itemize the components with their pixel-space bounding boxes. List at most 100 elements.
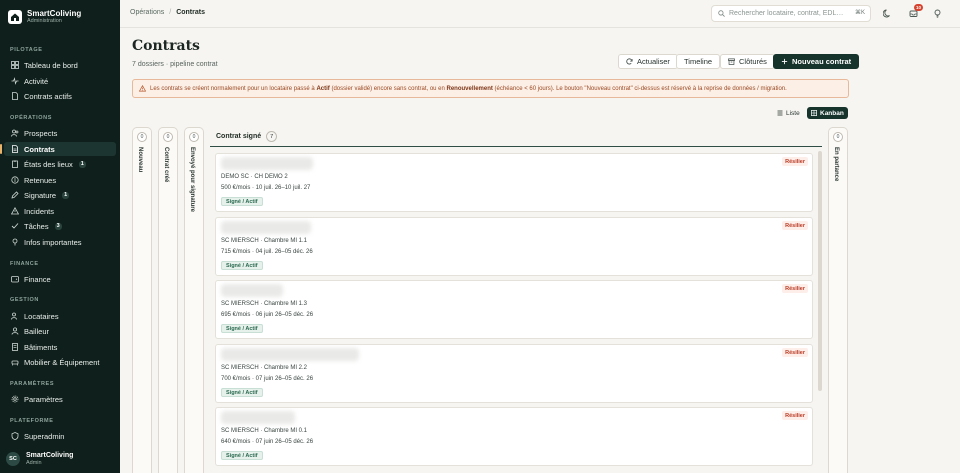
sidebar-item-label: Bâtiments [24, 342, 58, 352]
status-badge: Signé / Actif [221, 324, 263, 333]
user-icon [11, 327, 19, 335]
scrollbar[interactable] [818, 151, 822, 391]
sidebar-item-prospects[interactable]: Prospects [4, 126, 116, 140]
kanban-view-button[interactable]: Kanban [807, 107, 848, 119]
new-contract-button[interactable]: Nouveau contrat [773, 54, 860, 69]
contract-card[interactable]: SC MIERSCH · Chambre MI 0.1 640 €/mois ·… [215, 407, 813, 466]
sidebar-item-signature[interactable]: Signature 1 [4, 188, 116, 202]
sidebar-item-contrats-actifs[interactable]: Contrats actifs [4, 89, 116, 103]
notification-badge: 10 [913, 4, 923, 11]
contract-card[interactable]: SC MIERSCH · Chambre MI 1.1 715 €/mois ·… [215, 217, 813, 276]
sidebar-item-contrats[interactable]: Contrats [0, 142, 116, 156]
wallet-icon [11, 275, 19, 283]
column-count: 0 [137, 132, 147, 142]
sidebar-item-bailleur[interactable]: Bailleur [4, 324, 116, 338]
users-icon [11, 129, 19, 137]
timeline-button[interactable]: Timeline [676, 54, 721, 69]
section-label-finance: FINANCE [10, 261, 39, 267]
sidebar-item-tableau-de-bord[interactable]: Tableau de bord [4, 58, 116, 72]
tenant-name-redacted [221, 348, 359, 361]
sofa-icon [11, 358, 19, 366]
column-title: Envoyé pour signature [189, 147, 195, 213]
column-count: 0 [163, 132, 173, 142]
tips-button[interactable] [932, 8, 943, 19]
contract-card[interactable]: SC MIERSCH · Chambre MI 2.2 700 €/mois ·… [215, 344, 813, 403]
column-count: 0 [189, 132, 199, 142]
contract-card[interactable]: SC MIERSCH · Chambre MI 1.3 695 €/mois ·… [215, 280, 813, 339]
check-icon [11, 222, 19, 230]
status-badge: Signé / Actif [221, 197, 263, 206]
terminate-button[interactable]: Résilier [782, 284, 808, 293]
document-icon [11, 145, 19, 153]
search-input[interactable]: Rechercher locataire, contrat, EDL… ⌘K [711, 5, 871, 22]
tenant-name-redacted [221, 157, 313, 170]
contract-card[interactable]: DEMO SC · CH DEMO 2 500 €/mois · 10 juil… [215, 153, 813, 212]
column-title: Nouveau [137, 147, 143, 173]
list-view-button[interactable]: Liste [773, 107, 804, 119]
kanban-column-nouveau[interactable]: 0 Nouveau [132, 127, 152, 473]
section-label-gestion: GESTION [10, 297, 39, 303]
breadcrumb-item-operations[interactable]: Opérations [130, 9, 164, 16]
sidebar-item-taches[interactable]: Tâches 3 [4, 219, 116, 233]
card-location: SC MIERSCH · Chambre MI 2.2 [221, 365, 308, 371]
kanban-column-envoye-signature[interactable]: 0 Envoyé pour signature [184, 127, 204, 473]
tenant-name-redacted [221, 411, 295, 424]
sidebar-item-label: Mobilier & Équipement [24, 357, 100, 367]
sidebar-item-activite[interactable]: Activité [4, 74, 116, 88]
warning-icon [139, 85, 146, 92]
info-banner: Les contrats se créent normalement pour … [132, 79, 849, 98]
terminate-button[interactable]: Résilier [782, 221, 808, 230]
terminate-button[interactable]: Résilier [782, 411, 808, 420]
section-label-pilotage: PILOTAGE [10, 47, 43, 53]
sidebar-item-label: Contrats actifs [24, 91, 72, 101]
sidebar-item-locataires[interactable]: Locataires [4, 309, 116, 323]
terminate-button[interactable]: Résilier [782, 348, 808, 357]
sidebar-item-parametres[interactable]: Paramètres [4, 392, 116, 406]
sidebar-item-finance[interactable]: Finance [4, 272, 116, 286]
brand-subtitle: Administration [27, 18, 62, 24]
closed-label: Clôturés [739, 57, 767, 66]
new-contract-label: Nouveau contrat [792, 57, 852, 66]
column-title: En partance [833, 147, 839, 182]
sidebar-item-label: États des lieux [24, 159, 73, 169]
column-count: 7 [266, 131, 278, 142]
refresh-icon [626, 58, 633, 65]
building-icon [11, 343, 19, 351]
sidebar-item-incidents[interactable]: Incidents [4, 204, 116, 218]
sidebar-item-mobilier[interactable]: Mobilier & Équipement [4, 355, 116, 369]
card-details: 695 €/mois · 06 juin 26–05 déc. 26 [221, 312, 314, 318]
theme-toggle-button[interactable] [882, 8, 893, 19]
brand[interactable]: SmartColiving Administration [8, 9, 81, 25]
user-menu[interactable]: SC SmartColiving Admin [4, 449, 116, 469]
sidebar-item-infos-importantes[interactable]: Infos importantes [4, 235, 116, 249]
kanban-column-contrat-signe: Contrat signé 7 DEMO SC · CH DEMO 2 500 … [210, 127, 822, 473]
sidebar-item-superadmin[interactable]: Superadmin [4, 429, 116, 443]
breadcrumb-item-contrats: Contrats [176, 9, 205, 16]
terminate-button[interactable]: Résilier [782, 157, 808, 166]
column-header[interactable]: Contrat signé 7 [210, 127, 822, 147]
sidebar-item-batiments[interactable]: Bâtiments [4, 340, 116, 354]
kanban-column-en-partance[interactable]: 0 En partance [828, 127, 848, 473]
document-icon [11, 92, 19, 100]
user-name: SmartColiving [26, 451, 74, 459]
sidebar-item-label: Contrats [24, 144, 55, 154]
notifications-button[interactable]: 10 [908, 4, 923, 19]
kanban-column-contrat-cree[interactable]: 0 Contrat créé [158, 127, 178, 473]
closed-contracts-button[interactable]: Clôturés [720, 54, 775, 69]
column-count: 0 [833, 132, 843, 142]
sidebar-item-etats-des-lieux[interactable]: États des lieux 1 [4, 157, 116, 171]
sidebar-item-label: Locataires [24, 311, 59, 321]
card-details: 715 €/mois · 04 juil. 26–05 déc. 26 [221, 249, 313, 255]
refresh-button[interactable]: Actualiser [618, 54, 678, 69]
pin-icon [11, 238, 19, 246]
status-badge: Signé / Actif [221, 388, 263, 397]
count-badge: 3 [54, 222, 62, 230]
search-placeholder: Rechercher locataire, contrat, EDL… [729, 10, 844, 17]
kanban-icon [811, 110, 817, 116]
section-label-plateforme: PLATEFORME [10, 418, 54, 424]
sidebar-item-retenues[interactable]: Retenues [4, 173, 116, 187]
list-icon [777, 110, 783, 116]
clipboard-icon [11, 160, 19, 168]
lightbulb-icon [934, 9, 941, 18]
sidebar-item-label: Retenues [24, 175, 57, 185]
